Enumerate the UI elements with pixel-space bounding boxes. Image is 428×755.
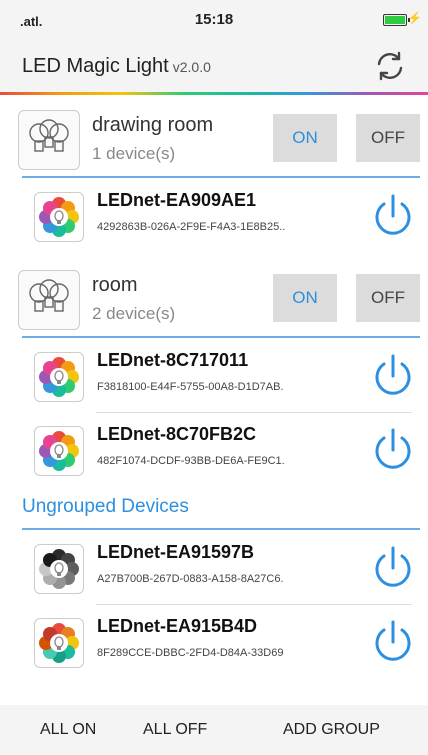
color-wheel-icon — [34, 618, 84, 668]
device-row[interactable]: LEDnet-8C70FB2C 482F1074-DCDF-93BB-DE6A-… — [0, 418, 428, 480]
group-separator — [22, 336, 420, 338]
group-row[interactable]: drawing room 1 device(s) ON OFF — [0, 102, 428, 176]
group-on-button[interactable]: ON — [273, 114, 337, 162]
device-name: LEDnet-8C717011 — [97, 350, 249, 370]
power-icon[interactable] — [370, 192, 416, 240]
color-wheel-icon — [34, 544, 84, 594]
power-icon[interactable] — [370, 544, 416, 592]
group-row[interactable]: room 2 device(s) ON OFF — [0, 262, 428, 336]
device-name: LEDnet-EA915B4D — [97, 616, 258, 636]
rainbow-divider — [0, 92, 428, 95]
power-icon[interactable] — [370, 618, 416, 666]
status-time: 15:18 — [194, 11, 234, 28]
bulbs-icon — [18, 110, 80, 170]
row-separator — [96, 412, 412, 413]
device-row[interactable]: LEDnet-8C717011 F3818100-E44F-5755-00A8-… — [0, 344, 428, 406]
device-name: LEDnet-EA91597B — [97, 542, 255, 562]
group-device-count: 2 device(s) — [92, 304, 176, 323]
app-version: v2.0.0 — [172, 59, 211, 75]
bottom-toolbar: ALL ON ALL OFF ADD GROUP — [0, 705, 428, 755]
power-icon[interactable] — [370, 352, 416, 400]
group-name: drawing room — [92, 114, 214, 136]
color-wheel-icon — [34, 192, 84, 242]
charging-icon: ⚡ — [407, 11, 422, 25]
device-name: LEDnet-EA909AE1 — [97, 190, 257, 210]
add-group-button[interactable]: ADD GROUP — [283, 721, 380, 739]
group-off-button[interactable]: OFF — [356, 114, 420, 162]
bulbs-icon — [18, 270, 80, 330]
app-title: LED Magic Light v2.0.0 — [22, 55, 211, 78]
device-id: 4292863B-026A-2F9E-F4A3-1E8B25.. — [97, 221, 286, 233]
group-device-count: 1 device(s) — [92, 144, 176, 163]
power-icon[interactable] — [370, 426, 416, 474]
group-separator — [22, 176, 420, 178]
group-on-button[interactable]: ON — [273, 274, 337, 322]
battery-icon — [383, 14, 410, 26]
row-separator — [96, 604, 412, 605]
section-separator — [22, 528, 420, 530]
refresh-icon[interactable] — [372, 48, 408, 84]
device-name: LEDnet-8C70FB2C — [97, 424, 257, 444]
device-row[interactable]: LEDnet-EA91597B A27B700B-267D-0883-A158-… — [0, 536, 428, 598]
device-id: F3818100-E44F-5755-00A8-D1D7AB. — [97, 381, 284, 393]
status-bar: .atl. 15:18 ⚡ — [0, 0, 428, 38]
app-title-text: LED Magic Light — [22, 55, 169, 77]
device-id: 8F289CCE-DBBC-2FD4-D84A-33D69 — [97, 647, 284, 659]
all-on-button[interactable]: ALL ON — [40, 721, 96, 739]
device-id: A27B700B-267D-0883-A158-8A27C6. — [97, 573, 284, 585]
group-name: room — [92, 274, 138, 296]
device-id: 482F1074-DCDF-93BB-DE6A-FE9C1. — [97, 455, 285, 467]
all-off-button[interactable]: ALL OFF — [143, 721, 207, 739]
color-wheel-icon — [34, 352, 84, 402]
device-row[interactable]: LEDnet-EA909AE1 4292863B-026A-2F9E-F4A3-… — [0, 184, 428, 246]
app-header: LED Magic Light v2.0.0 — [0, 38, 428, 94]
color-wheel-icon — [34, 426, 84, 476]
device-row[interactable]: LEDnet-EA915B4D 8F289CCE-DBBC-2FD4-D84A-… — [0, 610, 428, 672]
section-title: Ungrouped Devices — [22, 496, 189, 517]
group-off-button[interactable]: OFF — [356, 274, 420, 322]
